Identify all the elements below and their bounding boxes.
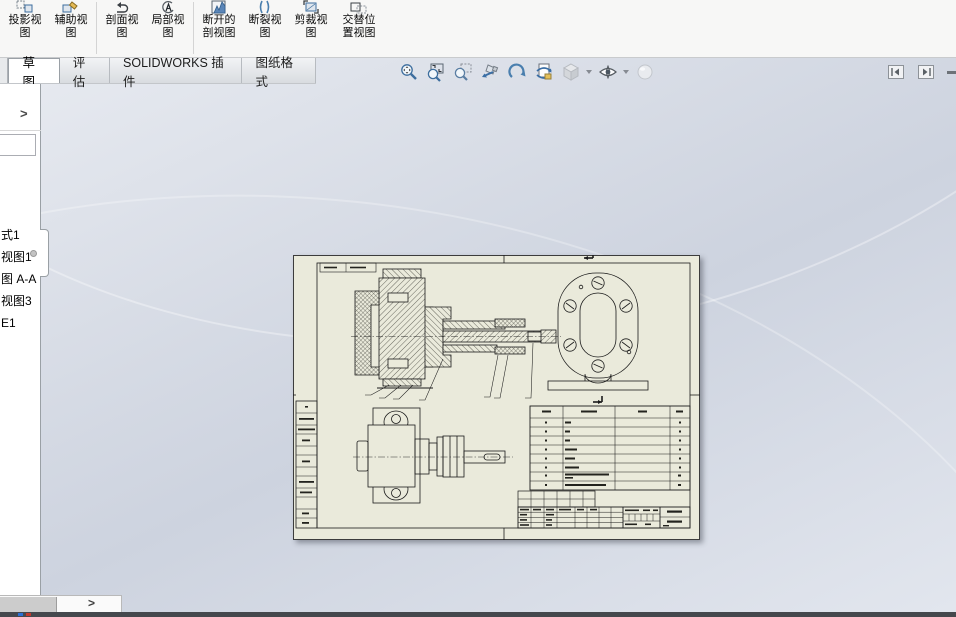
button-label: 图 [305, 27, 317, 39]
tab-label: 评估 [72, 55, 86, 89]
auxiliary-view-button[interactable]: 辅助视 图 [48, 0, 94, 57]
tree-item-sheet-format[interactable]: 式1 [1, 224, 36, 246]
tree-item-drawing-view1[interactable]: 视图1 [1, 246, 36, 268]
button-label: 图 [162, 27, 174, 39]
flyout-expand-icon[interactable]: > [20, 106, 28, 121]
sheet-tab[interactable] [0, 597, 57, 612]
ribbon-separator [193, 2, 194, 54]
sheet-paper [293, 255, 700, 540]
button-label: 断裂视 [248, 14, 282, 26]
solidworks-window: 投影视 图 辅助视 图 剖面视 图 局部视 图 断开的 剖视图 断裂视 图 剪裁… [0, 0, 956, 617]
ribbon-separator [96, 2, 97, 54]
window-bottom-edge [0, 612, 956, 617]
detail-view-icon [159, 0, 177, 14]
button-label: 图 [116, 27, 128, 39]
button-label: 辅助视 [54, 14, 88, 26]
command-manager-ribbon: 投影视 图 辅助视 图 剖面视 图 局部视 图 断开的 剖视图 断裂视 图 剪裁… [0, 0, 956, 58]
button-label: 交替位 [342, 14, 376, 26]
section-view-icon [113, 0, 131, 14]
panel-divider [0, 130, 41, 131]
alternate-position-view-icon [350, 0, 368, 14]
button-label: 图 [19, 27, 31, 39]
taskbar-pixel [18, 613, 23, 616]
alternate-position-view-button[interactable]: 交替位 置视图 [334, 0, 384, 57]
doc-window-buttons [888, 65, 934, 79]
drawing-sheet[interactable] [293, 255, 700, 540]
panel-splitter-tab[interactable] [40, 229, 49, 277]
feature-tree-filter-input[interactable] [0, 134, 36, 156]
button-label: 剖面视 [105, 14, 139, 26]
sheet-tab-strip: > [0, 595, 122, 612]
tree-item-5[interactable]: E1 [1, 312, 36, 334]
zoom-to-area-icon[interactable] [425, 61, 447, 83]
button-label: 剪裁视 [294, 14, 328, 26]
auxiliary-view-icon [62, 0, 80, 14]
section-view-button[interactable]: 剖面视 图 [99, 0, 145, 57]
button-label: 图 [259, 27, 271, 39]
tab-evaluate[interactable]: 评估 [60, 56, 111, 89]
command-manager-tabs: 草图 评估 SOLIDWORKS 插件 图纸格式 [0, 56, 317, 89]
hide-show-dropdown-caret[interactable] [623, 70, 629, 74]
tab-label: 图纸格式 [255, 55, 293, 89]
button-label: 剖视图 [202, 27, 236, 39]
collapse-left-pane-icon[interactable] [888, 65, 904, 79]
collapse-right-pane-icon[interactable] [918, 65, 934, 79]
button-label: 置视图 [342, 27, 376, 39]
3d-drawing-view-icon[interactable] [533, 61, 555, 83]
taskbar-pixel [26, 613, 31, 616]
detail-view-button[interactable]: 局部视 图 [145, 0, 191, 57]
feature-tree: 式1 视图1 图 A-A 视图3 E1 [1, 224, 36, 334]
tree-item-drawing-view3[interactable]: 视图3 [1, 290, 36, 312]
previous-view-icon[interactable] [479, 61, 501, 83]
tab-partial[interactable] [0, 58, 9, 83]
button-label: 图 [65, 27, 77, 39]
crop-view-icon [302, 0, 320, 14]
hide-show-items-icon[interactable] [597, 61, 619, 83]
button-label: 断开的 [202, 14, 236, 26]
broken-out-section-icon [210, 0, 228, 14]
break-view-icon [256, 0, 274, 14]
minimize-icon[interactable] [947, 71, 956, 74]
heads-up-toolbar [398, 61, 656, 83]
button-label: 局部视 [151, 14, 185, 26]
rotate-view-icon[interactable] [506, 61, 528, 83]
sheet-tab-scroll-icon[interactable]: > [88, 596, 95, 610]
tab-solidworks-addins[interactable]: SOLIDWORKS 插件 [110, 56, 243, 89]
magnifying-glass-icon[interactable] [452, 61, 474, 83]
feature-manager-panel: > 式1 视图1 图 A-A 视图3 E1 [0, 84, 41, 595]
tab-sheet-format[interactable]: 图纸格式 [242, 56, 317, 89]
display-style-icon[interactable] [560, 61, 582, 83]
tree-item-section-view-a-a[interactable]: 图 A-A [1, 268, 36, 290]
edit-appearance-icon[interactable] [634, 61, 656, 83]
crop-view-button[interactable]: 剪裁视 图 [288, 0, 334, 57]
graphics-area[interactable] [0, 58, 956, 612]
button-label: 投影视 [8, 14, 42, 26]
panel-splitter-dot [30, 250, 37, 257]
projected-view-button[interactable]: 投影视 图 [2, 0, 48, 57]
break-view-button[interactable]: 断裂视 图 [242, 0, 288, 57]
zoom-to-fit-icon[interactable] [398, 61, 420, 83]
tab-sketch[interactable]: 草图 [8, 56, 60, 89]
tab-label: SOLIDWORKS 插件 [123, 55, 224, 89]
projected-view-icon [16, 0, 34, 14]
broken-out-section-button[interactable]: 断开的 剖视图 [196, 0, 242, 57]
display-style-dropdown-caret[interactable] [586, 70, 592, 74]
